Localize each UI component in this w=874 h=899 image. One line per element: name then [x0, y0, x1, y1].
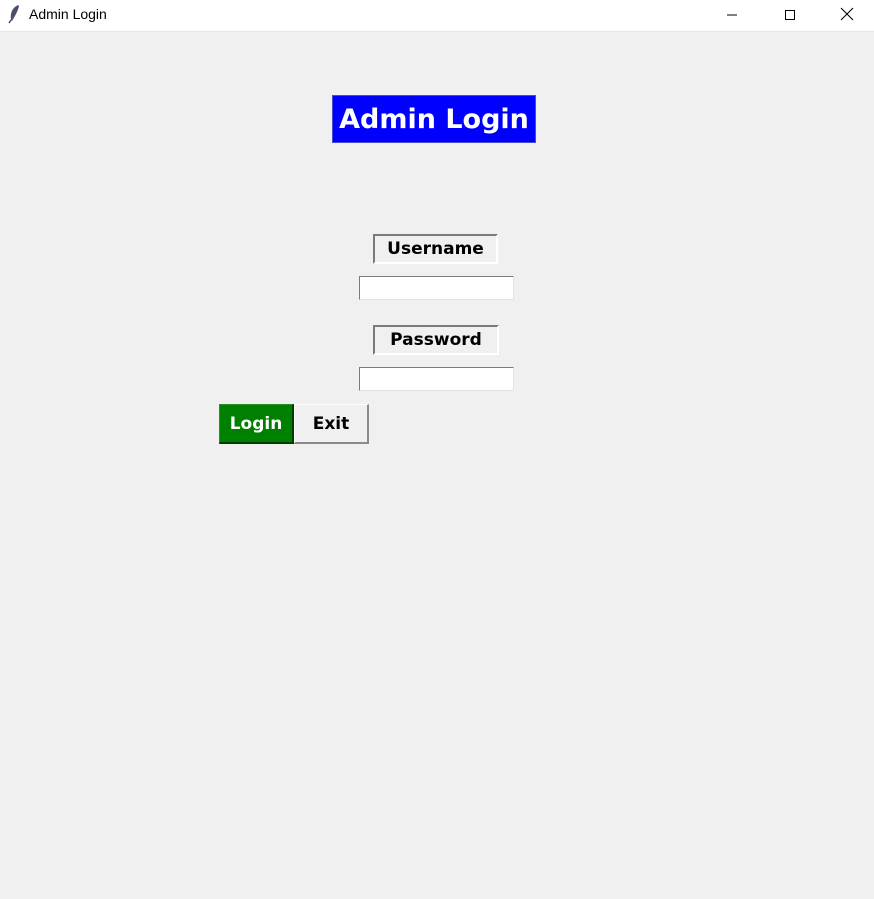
maximize-icon	[784, 6, 796, 25]
window-title: Admin Login	[29, 6, 107, 22]
close-icon	[840, 6, 854, 25]
page-title: Admin Login	[332, 95, 536, 143]
username-field[interactable]	[359, 276, 514, 300]
title-bar: Admin Login	[0, 0, 874, 32]
minimize-icon	[726, 6, 738, 25]
password-field[interactable]	[359, 367, 514, 391]
exit-button[interactable]: Exit	[294, 404, 369, 444]
app-window: Admin Login Admin Login Username Passwor…	[0, 0, 874, 899]
feather-icon	[6, 4, 22, 24]
login-button[interactable]: Login	[219, 404, 294, 444]
username-label: Username	[373, 234, 498, 264]
maximize-button[interactable]	[761, 0, 819, 31]
password-label: Password	[373, 325, 499, 355]
minimize-button[interactable]	[703, 0, 761, 31]
close-button[interactable]	[819, 0, 874, 31]
